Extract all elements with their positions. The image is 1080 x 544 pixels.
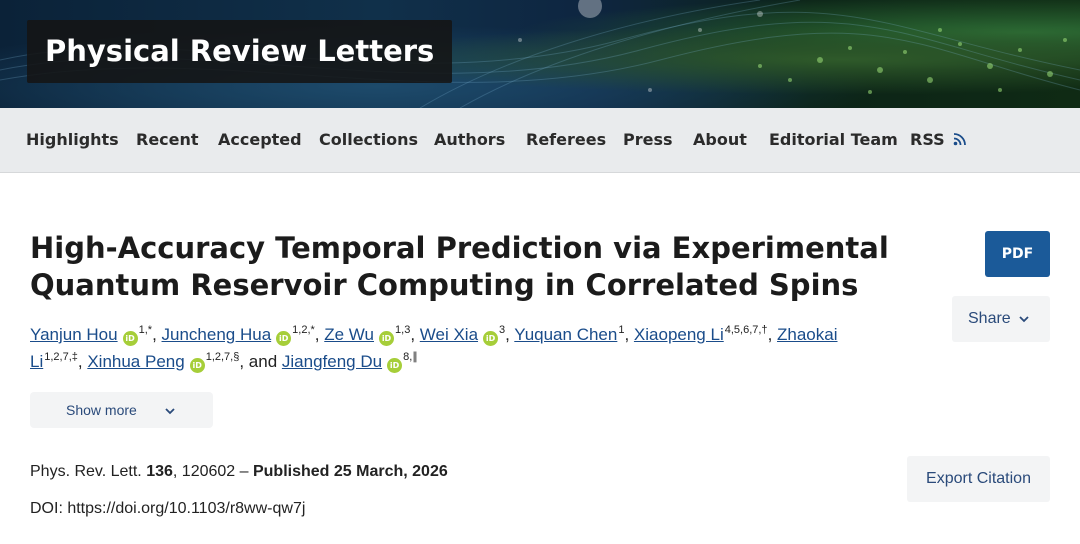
share-button[interactable]: Share [952,296,1050,342]
show-more-button[interactable]: Show more [30,392,213,428]
nav-rss[interactable]: RSS [910,108,967,172]
doi-line[interactable]: DOI: https://doi.org/10.1103/r8ww-qw7j [30,500,305,518]
orcid-icon[interactable]: iD [276,331,292,346]
show-more-label: Show more [66,402,137,418]
nav-about[interactable]: About [693,108,747,172]
affiliation-marker: 8,∥ [403,351,418,364]
export-citation-button[interactable]: Export Citation [907,456,1050,502]
orcid-icon[interactable]: iD [379,331,395,346]
author-separator: , [314,325,325,344]
nav-collections[interactable]: Collections [319,108,418,172]
chevron-down-icon [1019,296,1029,342]
chevron-down-icon [165,392,175,428]
nav-referees[interactable]: Referees [526,108,606,172]
orcid-icon[interactable]: iD [387,358,403,373]
journal-title[interactable]: Physical Review Letters [27,20,453,83]
nav-editorial-team[interactable]: Editorial Team [769,108,898,172]
share-label: Share [968,310,1011,327]
article-title: High-Accuracy Temporal Prediction via Ex… [30,230,930,304]
nav-press[interactable]: Press [623,108,673,172]
author-link[interactable]: Xiaopeng Li [634,325,724,344]
pdf-button[interactable]: PDF [985,231,1050,277]
affiliation-marker: 4,5,6,7,† [724,324,768,337]
article-title-line-1: High-Accuracy Temporal Prediction via Ex… [30,231,889,265]
affiliation-marker: 1,2,7,§ [205,351,240,364]
author-link[interactable]: Wei Xia [420,325,478,344]
author-separator: , [77,352,88,371]
rss-icon [953,132,967,145]
author-link[interactable]: Yanjun Hou [30,325,118,344]
author-separator: , [767,325,778,344]
affiliation-marker: 1,* [138,324,153,337]
author-link-part1[interactable]: Zhaokai [777,325,837,344]
published-date: Published 25 March, 2026 [252,463,448,480]
author-separator: , [410,325,420,344]
orcid-icon[interactable]: iD [483,331,499,346]
nav-rss-label: RSS [910,130,945,149]
author-link[interactable]: Ze Wu [324,325,374,344]
nav-recent[interactable]: Recent [136,108,199,172]
author-link[interactable]: Yuquan Chen [514,325,617,344]
author-list: Yanjun Hou iD1,*, Juncheng Hua iD1,2,*, Ze… [30,321,950,375]
nav-authors[interactable]: Authors [434,108,505,172]
author-link[interactable]: Jiangfeng Du [282,352,382,371]
orcid-icon[interactable]: iD [122,331,138,346]
nav-highlights[interactable]: Highlights [26,108,119,172]
article-title-line-2: Quantum Reservoir Computing in Correlate… [30,268,859,302]
orcid-icon[interactable]: iD [189,358,205,373]
author-separator: , [505,325,515,344]
nav-accepted[interactable]: Accepted [218,108,302,172]
citation-line: Phys. Rev. Lett. 136, 120602 – Published… [30,463,448,481]
author-separator: , and [239,352,282,371]
citation-volume: 136 [146,463,173,480]
affiliation-marker: 1,3 [395,324,411,337]
author-link[interactable]: Xinhua Peng [87,352,184,371]
header-banner: Physical Review Letters [0,0,1080,108]
author-separator: , [624,325,634,344]
author-separator: , [152,325,162,344]
affiliation-marker: 1,2,* [292,324,315,337]
citation-journal: Phys. Rev. Lett. [30,463,142,480]
citation-article-number: , 120602 – [172,463,253,480]
author-link-part2[interactable]: Li [30,352,43,371]
affiliation-marker: 1,2,7,‡ [44,351,78,364]
author-link[interactable]: Juncheng Hua [162,325,272,344]
main-nav: Highlights Recent Accepted Collections A… [0,108,1080,173]
